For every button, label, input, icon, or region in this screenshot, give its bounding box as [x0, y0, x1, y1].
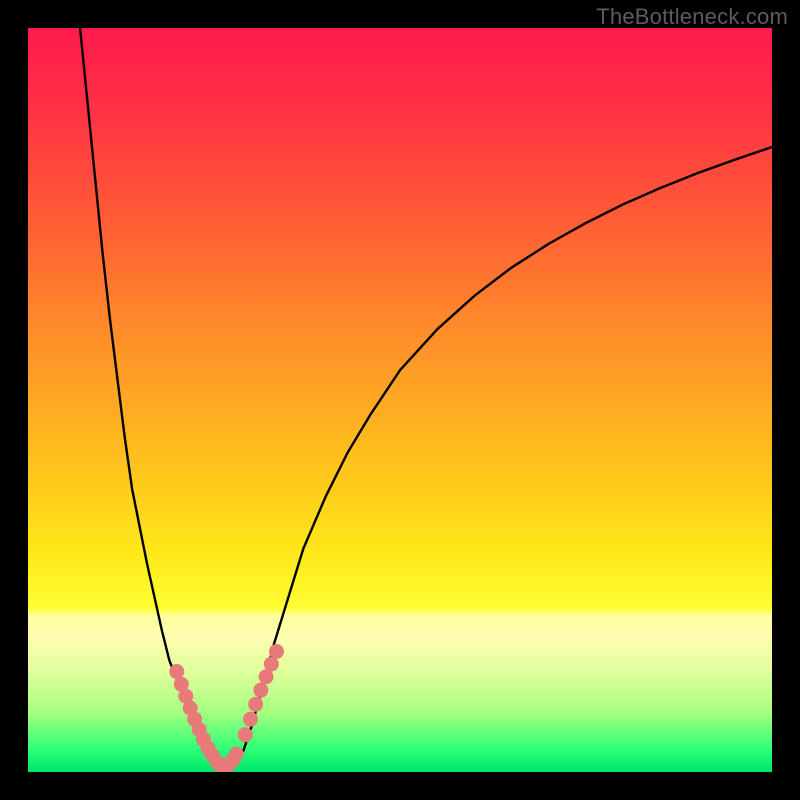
data-point-marker [253, 683, 268, 698]
chart-frame: TheBottleneck.com [0, 0, 800, 800]
data-point-marker [229, 747, 244, 762]
attribution-text: TheBottleneck.com [596, 4, 788, 30]
gradient-background [28, 28, 772, 772]
data-point-marker [269, 644, 284, 659]
data-point-marker [248, 697, 263, 712]
plot-area [28, 28, 772, 772]
data-point-marker [238, 727, 253, 742]
plot-svg [28, 28, 772, 772]
data-point-marker [243, 712, 258, 727]
